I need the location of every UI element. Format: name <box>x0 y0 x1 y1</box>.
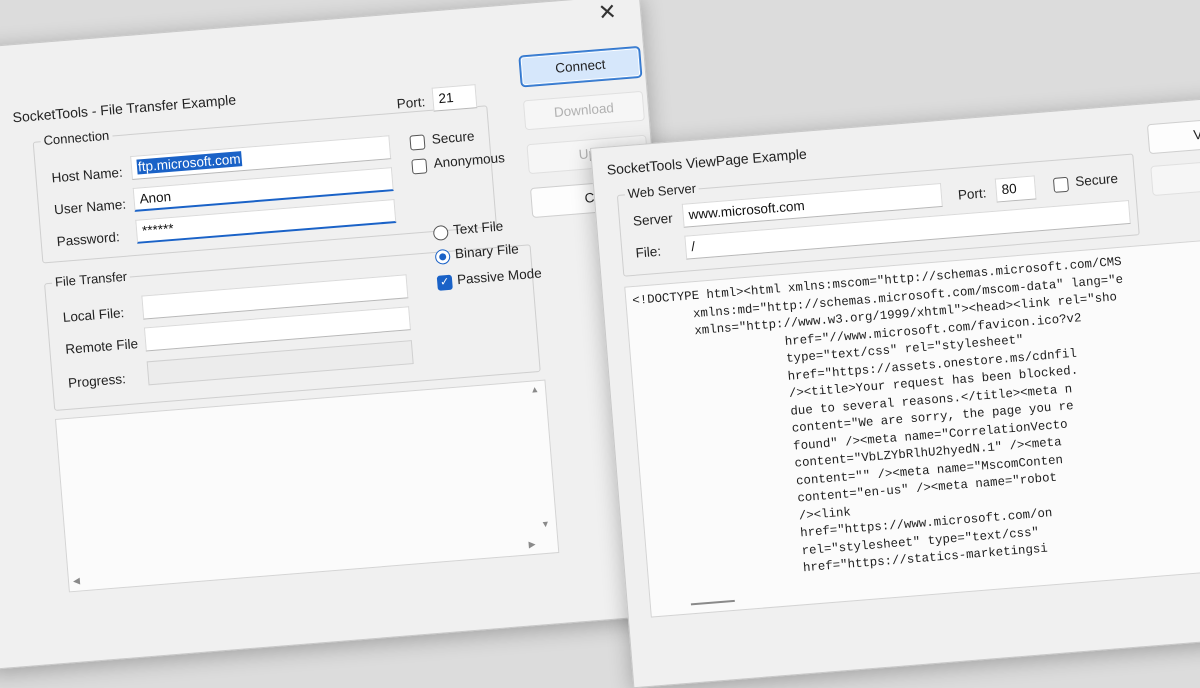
view-button[interactable]: View <box>1146 114 1200 155</box>
anonymous-checkbox[interactable] <box>411 158 428 175</box>
host-name-value: ftp.microsoft.com <box>136 151 243 175</box>
connect-button[interactable]: Connect <box>519 46 642 87</box>
text-file-radio[interactable] <box>432 224 449 242</box>
text-file-label: Text File <box>452 218 504 238</box>
file-label: File: <box>634 243 662 261</box>
secure-checkbox[interactable] <box>409 134 426 151</box>
viewpage-secure-checkbox[interactable] <box>1052 176 1070 193</box>
transfer-log[interactable]: ▲ ▼ ◀ ▶ <box>54 379 560 593</box>
scroll-up-icon[interactable]: ▲ <box>530 384 540 395</box>
close-icon[interactable]: ✕ <box>597 0 617 26</box>
port-input[interactable]: 21 <box>431 84 478 112</box>
scroll-right-icon[interactable]: ▶ <box>528 539 536 551</box>
page-source-text: <!DOCTYPE html><html xmlns:mscom="http:/… <box>631 254 1124 588</box>
viewpage-port-input[interactable]: 80 <box>994 175 1037 203</box>
port-label: Port: <box>396 94 426 112</box>
scroll-left-icon[interactable]: ◀ <box>73 576 81 588</box>
ftp-transfer-window: ✕ SocketTools - File Transfer Example Co… <box>0 0 690 670</box>
scroll-down-icon[interactable]: ▼ <box>541 519 551 530</box>
page-source-view[interactable]: <!DOCTYPE html><html xmlns:mscom="http:/… <box>624 236 1200 618</box>
cancel-button[interactable]: Ca <box>1150 156 1200 197</box>
viewpage-window-title: SocketTools ViewPage Example <box>606 145 808 178</box>
ftp-window-title: SocketTools - File Transfer Example <box>11 91 237 126</box>
server-label: Server <box>632 210 674 229</box>
download-button[interactable]: Download <box>522 90 645 131</box>
passive-mode-checkbox[interactable]: ✓ <box>436 274 453 291</box>
horizontal-scrollbar[interactable] <box>690 599 735 606</box>
viewpage-port-label: Port: <box>957 185 987 203</box>
viewpage-window: SocketTools ViewPage Example Web Server … <box>590 96 1200 688</box>
